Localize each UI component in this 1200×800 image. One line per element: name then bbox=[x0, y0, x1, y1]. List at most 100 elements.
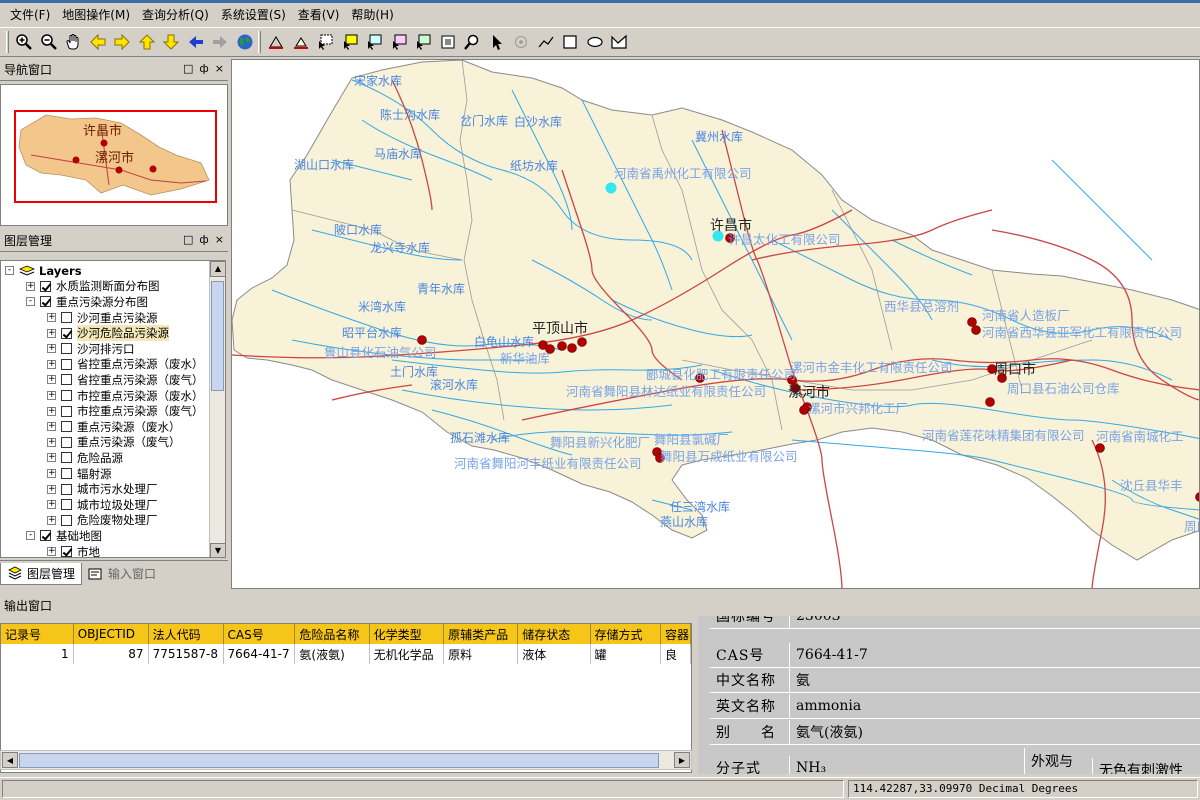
hazard-source-marker[interactable] bbox=[971, 325, 981, 335]
layer-row[interactable]: + 危险废物处理厂 bbox=[1, 513, 158, 529]
scroll-right-icon[interactable]: ▶ bbox=[674, 752, 690, 768]
column-header[interactable]: 原辅类产品 bbox=[443, 624, 519, 644]
find-icon[interactable] bbox=[461, 31, 483, 53]
rectangle-icon[interactable] bbox=[559, 31, 581, 53]
layer-visibility-checkbox[interactable] bbox=[61, 499, 72, 511]
close-icon[interactable]: × bbox=[215, 233, 224, 246]
layer-row[interactable]: + 市地 bbox=[1, 544, 100, 557]
layer-row[interactable]: + 城市垃圾处理厂 bbox=[1, 497, 158, 513]
collapse-icon[interactable]: - bbox=[5, 266, 14, 276]
select-2-icon[interactable] bbox=[339, 31, 361, 53]
output-horizontal-scrollbar[interactable]: ◀ ▶ bbox=[0, 750, 692, 770]
layer-visibility-checkbox[interactable] bbox=[40, 296, 51, 308]
ellipse-icon[interactable] bbox=[584, 31, 606, 53]
layer-visibility-checkbox[interactable] bbox=[61, 421, 72, 433]
layer-visibility-checkbox[interactable] bbox=[61, 312, 72, 324]
layer-visibility-checkbox[interactable] bbox=[61, 358, 72, 370]
tab-layer-management[interactable]: 图层管理 bbox=[0, 562, 83, 585]
column-header[interactable]: OBJECTID bbox=[73, 624, 149, 644]
expand-icon[interactable]: + bbox=[26, 281, 35, 291]
layer-row[interactable]: + 辐射源 bbox=[1, 466, 112, 482]
layer-row[interactable]: + 重点污染源（废气） bbox=[1, 435, 181, 451]
polygon-icon[interactable] bbox=[608, 31, 630, 53]
zoom-in-icon[interactable] bbox=[13, 31, 35, 53]
layer-row[interactable]: - Layers bbox=[1, 263, 82, 279]
hazard-source-marker[interactable] bbox=[567, 343, 577, 353]
expand-icon[interactable]: + bbox=[47, 500, 56, 510]
pin-icon[interactable]: ф bbox=[199, 62, 208, 75]
area-icon[interactable] bbox=[290, 31, 312, 53]
expand-icon[interactable]: + bbox=[47, 437, 56, 447]
layer-visibility-checkbox[interactable] bbox=[61, 546, 72, 557]
expand-icon[interactable]: + bbox=[47, 391, 56, 401]
layer-visibility-checkbox[interactable] bbox=[61, 405, 72, 417]
expand-icon[interactable]: + bbox=[47, 484, 56, 494]
expand-icon[interactable]: + bbox=[47, 328, 56, 338]
hazard-source-marker[interactable] bbox=[417, 335, 427, 345]
layer-row[interactable]: + 沙河排污口 bbox=[1, 341, 135, 357]
hazard-source-marker[interactable] bbox=[577, 337, 587, 347]
expand-icon[interactable]: + bbox=[47, 375, 56, 385]
collapse-icon[interactable]: - bbox=[26, 531, 35, 541]
layer-row[interactable]: + 水质监测断面分布图 bbox=[1, 279, 160, 295]
expand-icon[interactable]: + bbox=[47, 515, 56, 525]
point-icon[interactable] bbox=[510, 31, 532, 53]
pointer-icon[interactable] bbox=[486, 31, 508, 53]
layer-row[interactable]: + 危险品源 bbox=[1, 450, 123, 466]
menu-system-settings[interactable]: 系统设置(S) bbox=[215, 6, 292, 23]
zoom-out-icon[interactable] bbox=[38, 31, 60, 53]
measure-icon[interactable] bbox=[265, 31, 287, 53]
toolbar-grip[interactable] bbox=[6, 31, 9, 53]
layer-visibility-checkbox[interactable] bbox=[61, 452, 72, 464]
column-header[interactable]: 危险品名称 bbox=[294, 624, 370, 644]
layer-row[interactable]: + 城市污水处理厂 bbox=[1, 481, 158, 497]
scroll-thumb[interactable] bbox=[211, 281, 224, 391]
layer-row[interactable]: + 市控重点污染源（废水） bbox=[1, 388, 204, 404]
globe-icon[interactable] bbox=[234, 31, 256, 53]
tab-input-window[interactable]: 输入窗口 bbox=[82, 563, 162, 585]
main-map-view[interactable]: 宋家水库 陈士沟水库 岔门水库 白沙水库 马庙水库 纸坊水库 湖山口水库 冀州水库 陂口水库 龙兴… bbox=[231, 59, 1200, 589]
polyline-icon[interactable] bbox=[535, 31, 557, 53]
restore-icon[interactable]: □ bbox=[183, 233, 193, 246]
layer-visibility-checkbox[interactable] bbox=[61, 343, 72, 355]
column-header[interactable]: 记录号 bbox=[1, 624, 74, 644]
menu-map-operations[interactable]: 地图操作(M) bbox=[56, 6, 136, 23]
overview-map[interactable]: 许昌市 漯河市 bbox=[0, 84, 228, 226]
arrow-left-icon[interactable] bbox=[87, 31, 109, 53]
arrow-up-icon[interactable] bbox=[136, 31, 158, 53]
layer-visibility-checkbox[interactable] bbox=[61, 436, 72, 448]
select-1-icon[interactable] bbox=[314, 31, 336, 53]
layer-visibility-checkbox[interactable] bbox=[61, 468, 72, 480]
layer-row[interactable]: - 重点污染源分布图 bbox=[1, 294, 148, 310]
expand-icon[interactable]: + bbox=[47, 469, 56, 479]
layer-visibility-checkbox[interactable] bbox=[61, 390, 72, 402]
menu-query-analysis[interactable]: 查询分析(Q) bbox=[136, 6, 215, 23]
scroll-up-icon[interactable]: ▲ bbox=[210, 261, 225, 277]
column-header[interactable]: 储存状态 bbox=[517, 624, 591, 644]
menu-file[interactable]: 文件(F) bbox=[4, 6, 56, 23]
layer-tree-scrollbar[interactable]: ▲ ▼ bbox=[209, 261, 225, 557]
layer-row[interactable]: + 市控重点污染源（废气） bbox=[1, 403, 204, 419]
layer-row[interactable]: + 沙河重点污染源 bbox=[1, 310, 158, 326]
close-icon[interactable]: × bbox=[215, 62, 224, 75]
menu-view[interactable]: 查看(V) bbox=[292, 6, 346, 23]
layer-row[interactable]: + 省控重点污染源（废气） bbox=[1, 372, 204, 388]
select-3-icon[interactable] bbox=[363, 31, 385, 53]
layer-row[interactable]: + 沙河危险品污染源 bbox=[1, 325, 169, 342]
menu-help[interactable]: 帮助(H) bbox=[345, 6, 399, 23]
select-4-icon[interactable] bbox=[388, 31, 410, 53]
identify-icon[interactable] bbox=[437, 31, 459, 53]
layer-visibility-checkbox[interactable] bbox=[61, 514, 72, 526]
column-header[interactable]: 化学类型 bbox=[369, 624, 445, 644]
layer-visibility-checkbox[interactable] bbox=[61, 483, 72, 495]
expand-icon[interactable]: + bbox=[47, 406, 56, 416]
expand-icon[interactable]: + bbox=[47, 422, 56, 432]
expand-icon[interactable]: + bbox=[47, 344, 56, 354]
hazard-source-marker[interactable] bbox=[967, 317, 977, 327]
expand-icon[interactable]: + bbox=[47, 547, 56, 557]
layer-visibility-checkbox[interactable] bbox=[61, 374, 72, 386]
layer-visibility-checkbox[interactable] bbox=[61, 327, 72, 339]
layer-visibility-checkbox[interactable] bbox=[40, 280, 51, 292]
column-header[interactable]: CAS号 bbox=[223, 624, 296, 644]
hazard-source-marker[interactable] bbox=[1095, 443, 1105, 453]
